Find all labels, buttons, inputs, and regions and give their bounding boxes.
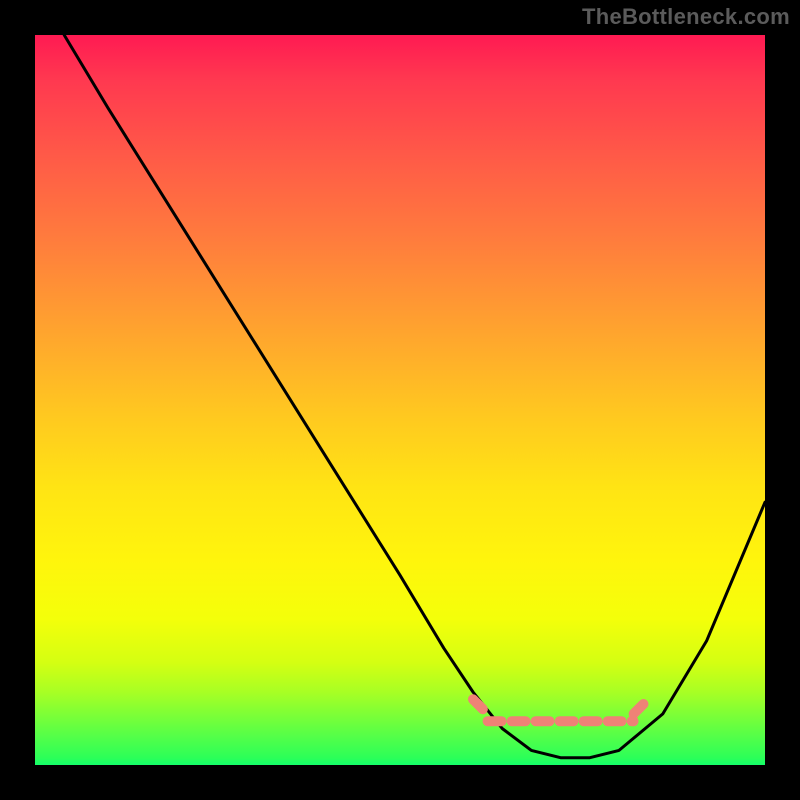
annotation-layer bbox=[473, 699, 648, 721]
flat-band-right-dash bbox=[634, 699, 649, 714]
flat-band-left-dash bbox=[473, 699, 488, 714]
main-curve bbox=[64, 35, 765, 758]
curve-svg bbox=[35, 35, 765, 765]
chart-frame: TheBottleneck.com bbox=[0, 0, 800, 800]
plot-area bbox=[35, 35, 765, 765]
watermark-text: TheBottleneck.com bbox=[582, 4, 790, 30]
